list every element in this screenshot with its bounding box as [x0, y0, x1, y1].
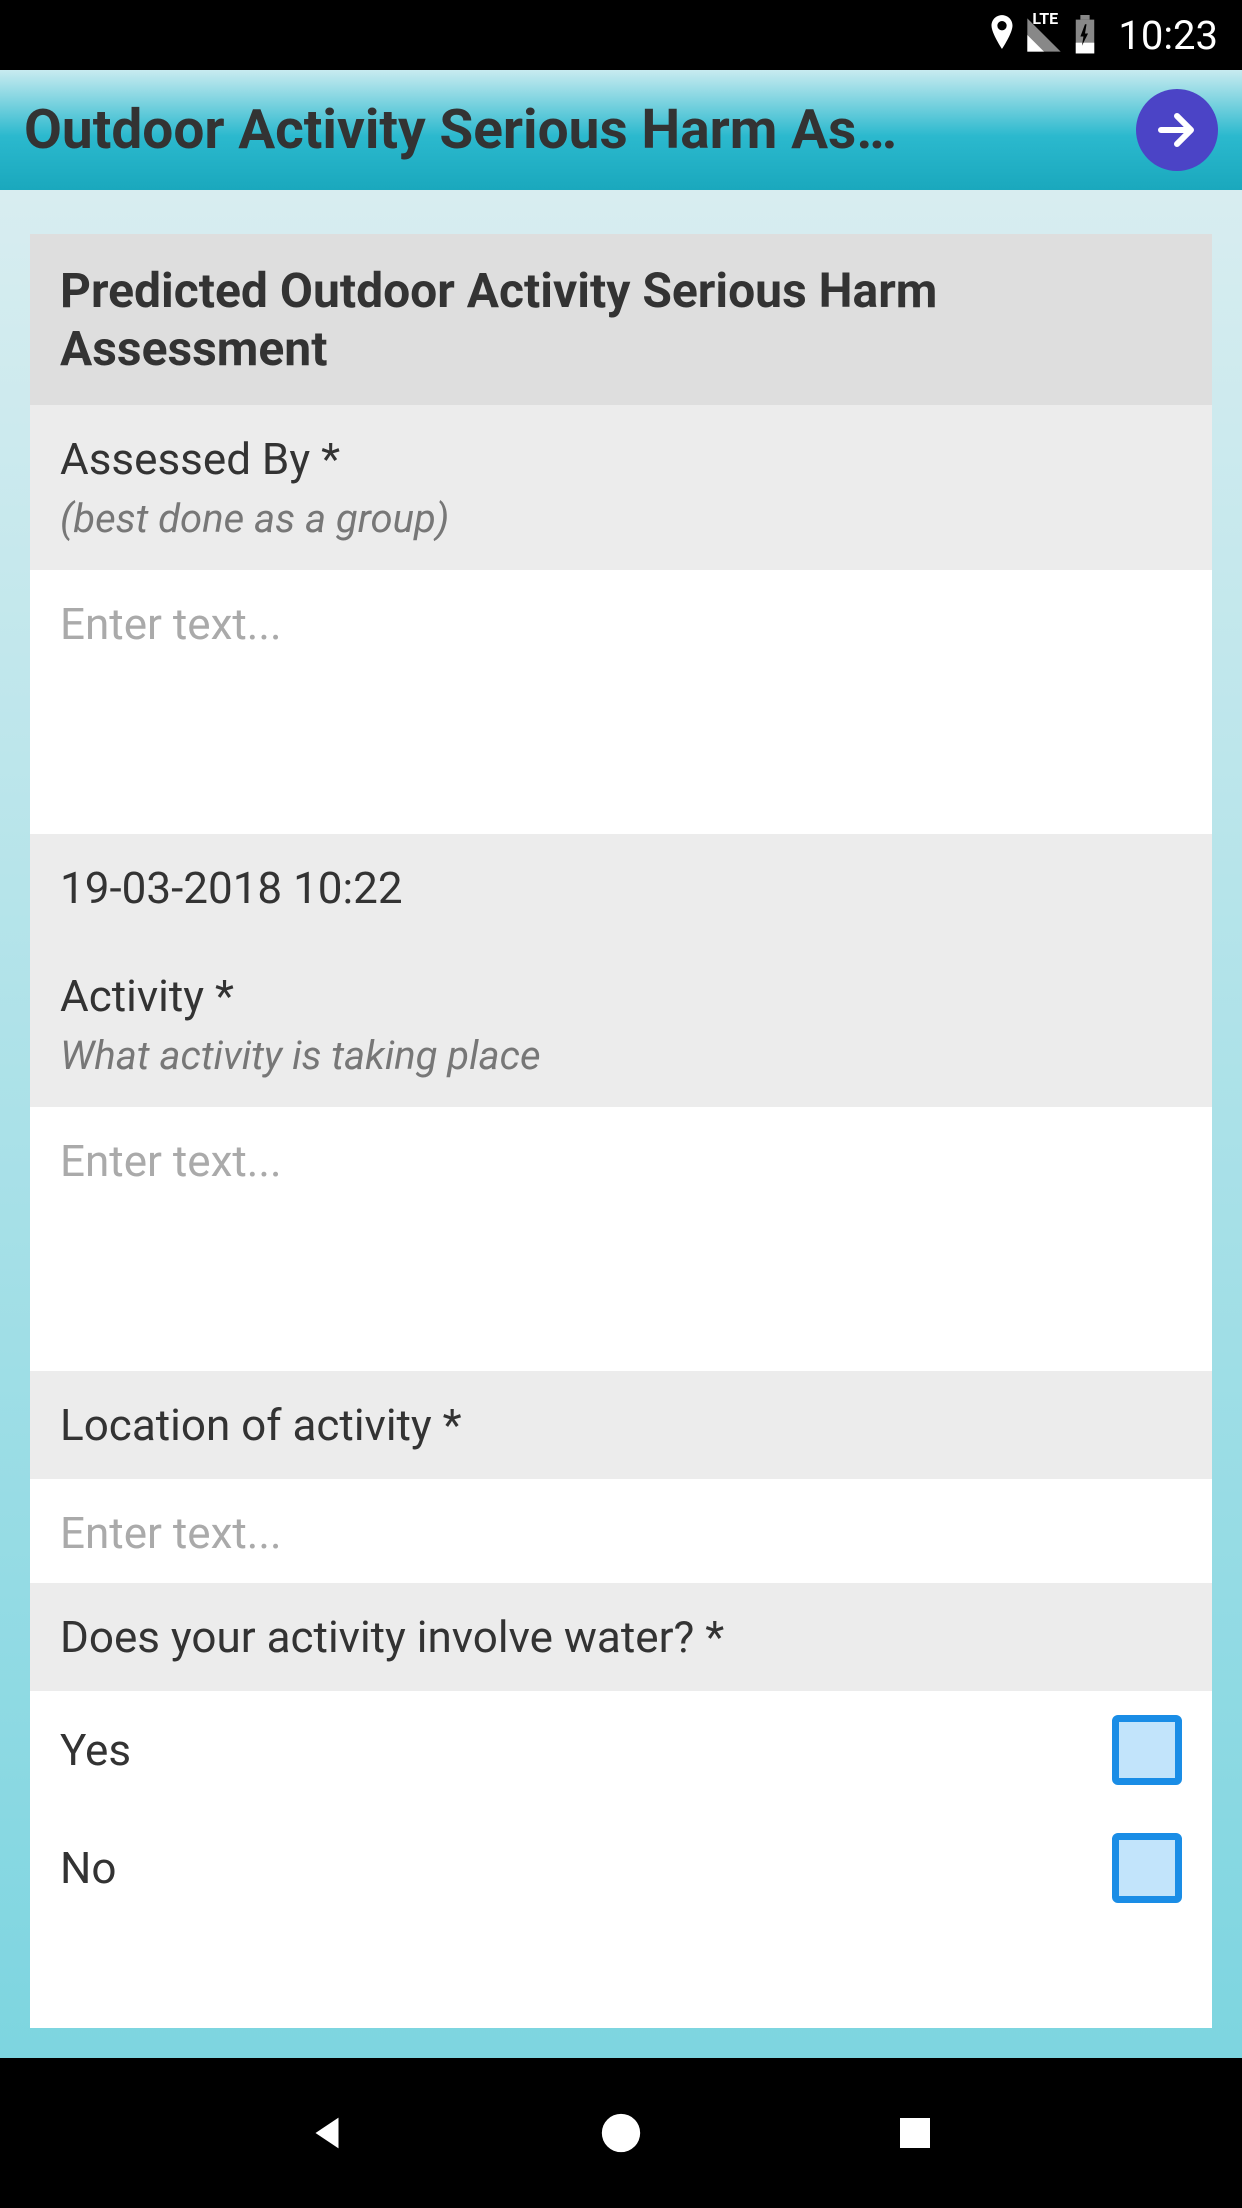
- assessed-by-hint: (best done as a group): [30, 495, 1212, 570]
- home-circle-icon: [598, 2110, 644, 2156]
- activity-label: Activity *: [60, 970, 1182, 1022]
- nav-bar: [0, 2058, 1242, 2208]
- nav-home-button[interactable]: [591, 2103, 651, 2163]
- status-bar: LTE 10:23: [0, 0, 1242, 70]
- field-activity: Activity * What activity is taking place: [30, 942, 1212, 1107]
- location-input[interactable]: [30, 1479, 1212, 1579]
- status-time: 10:23: [1118, 12, 1218, 59]
- content-area: Predicted Outdoor Activity Serious Harm …: [0, 190, 1242, 2058]
- field-assessed-by: Assessed By * (best done as a group): [30, 405, 1212, 570]
- next-button[interactable]: [1136, 89, 1218, 171]
- battery-icon: [1072, 15, 1098, 55]
- option-no-row[interactable]: No: [30, 1809, 1212, 1927]
- assessed-by-label: Assessed By *: [60, 433, 1182, 485]
- option-no-label: No: [60, 1842, 116, 1894]
- activity-hint: What activity is taking place: [30, 1032, 1212, 1107]
- checkbox-yes[interactable]: [1112, 1715, 1182, 1785]
- activity-input[interactable]: [30, 1107, 1212, 1367]
- nav-back-button[interactable]: [297, 2103, 357, 2163]
- checkbox-no[interactable]: [1112, 1833, 1182, 1903]
- form-container: Predicted Outdoor Activity Serious Harm …: [30, 234, 1212, 2028]
- location-label: Location of activity *: [30, 1371, 1212, 1479]
- arrow-right-icon: [1153, 106, 1201, 154]
- section-header: Predicted Outdoor Activity Serious Harm …: [30, 234, 1212, 405]
- lte-label: LTE: [1032, 9, 1058, 28]
- option-yes-row[interactable]: Yes: [30, 1691, 1212, 1809]
- recent-square-icon: [895, 2113, 935, 2153]
- option-yes-label: Yes: [60, 1724, 131, 1776]
- section-title: Predicted Outdoor Activity Serious Harm …: [60, 262, 1182, 377]
- datetime-field[interactable]: 19-03-2018 10:22: [30, 834, 1212, 942]
- signal-icon: LTE: [1024, 15, 1064, 55]
- water-question-label: Does your activity involve water? *: [30, 1583, 1212, 1691]
- back-triangle-icon: [304, 2110, 350, 2156]
- nav-recent-button[interactable]: [885, 2103, 945, 2163]
- location-icon: [988, 15, 1016, 55]
- app-bar: Outdoor Activity Serious Harm As…: [0, 70, 1242, 190]
- page-title: Outdoor Activity Serious Harm As…: [24, 98, 1136, 162]
- assessed-by-input[interactable]: [30, 570, 1212, 830]
